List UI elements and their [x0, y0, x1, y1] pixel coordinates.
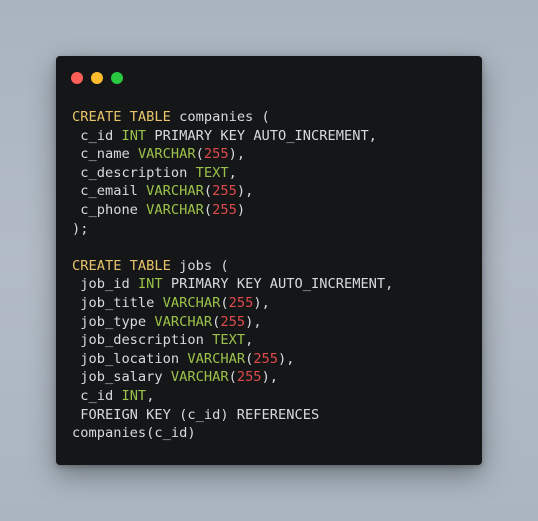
code-text: companies(c_id): [72, 425, 196, 442]
code-text: ,: [245, 332, 254, 349]
code-line: c_email VARCHAR(255),: [72, 182, 393, 201]
code-window: CREATE TABLE companies ( c_id INT PRIMAR…: [56, 56, 482, 465]
code-line: CREATE TABLE companies (: [72, 108, 393, 127]
code-text: (: [203, 201, 213, 218]
code-text: ),: [236, 183, 254, 200]
code-line: job_type VARCHAR(255),: [72, 313, 393, 332]
code-type: VARCHAR: [162, 294, 221, 311]
code-type: INT: [137, 276, 163, 293]
code-text: FOREIGN KEY (c_id) REFERENCES: [72, 406, 320, 423]
code-text: (: [220, 294, 229, 311]
code-text: ),: [253, 294, 270, 311]
code-line: job_salary VARCHAR(255),: [72, 368, 393, 387]
code-line: job_location VARCHAR(255),: [72, 350, 393, 369]
code-number: 255: [212, 183, 237, 200]
code-text: c_description: [72, 164, 196, 181]
code-number: 255: [203, 146, 229, 163]
code-type: TEXT: [212, 332, 246, 349]
code-number: 255: [220, 313, 246, 330]
code-text: ),: [278, 350, 295, 367]
code-line: job_id INT PRIMARY KEY AUTO_INCREMENT,: [72, 275, 393, 294]
code-line: c_name VARCHAR(255),: [72, 145, 393, 164]
code-line: FOREIGN KEY (c_id) REFERENCES: [72, 406, 393, 425]
code-type: TEXT: [195, 164, 229, 181]
close-dot-icon[interactable]: [71, 72, 83, 84]
code-text: );: [72, 220, 89, 237]
code-keyword: CREATE TABLE: [72, 257, 171, 274]
code-type: VARCHAR: [137, 146, 196, 163]
code-type: VARCHAR: [187, 350, 246, 367]
code-number: 255: [253, 350, 279, 367]
code-line: c_phone VARCHAR(255): [72, 201, 393, 220]
code-line: c_id INT PRIMARY KEY AUTO_INCREMENT,: [72, 127, 393, 146]
code-text: jobs (: [170, 257, 229, 274]
code-line: companies(c_id): [72, 424, 393, 443]
code-block: CREATE TABLE companies ( c_id INT PRIMAR…: [72, 108, 393, 443]
code-type: INT: [121, 387, 147, 404]
code-text: (: [195, 146, 204, 163]
window-controls: [71, 72, 123, 84]
code-text: ,: [228, 164, 237, 181]
code-number: 255: [236, 369, 262, 386]
maximize-dot-icon[interactable]: [111, 72, 123, 84]
code-line: CREATE TABLE jobs (: [72, 257, 393, 276]
code-text: c_id: [72, 127, 122, 144]
code-text: c_id: [72, 387, 122, 404]
code-text: job_salary: [72, 369, 171, 386]
code-text: job_description: [72, 332, 213, 349]
code-text: c_phone: [72, 201, 147, 218]
code-type: VARCHAR: [154, 313, 213, 330]
code-text: c_email: [72, 183, 147, 200]
code-text: c_name: [72, 146, 138, 163]
code-line: job_title VARCHAR(255),: [72, 294, 393, 313]
code-text: ),: [245, 313, 262, 330]
code-line: c_id INT,: [72, 387, 393, 406]
code-text: job_type: [72, 313, 155, 330]
code-text: ): [236, 201, 246, 218]
minimize-dot-icon[interactable]: [91, 72, 103, 84]
code-text: job_title: [72, 294, 163, 311]
code-text: ,: [146, 387, 155, 404]
code-line: job_description TEXT,: [72, 331, 393, 350]
code-type: VARCHAR: [170, 369, 229, 386]
code-number: 255: [212, 201, 237, 218]
code-text: PRIMARY KEY AUTO_INCREMENT,: [162, 276, 394, 293]
code-line: c_description TEXT,: [72, 164, 393, 183]
code-keyword: CREATE TABLE: [72, 109, 171, 125]
code-text: PRIMARY KEY AUTO_INCREMENT,: [146, 127, 377, 144]
code-text: job_id: [72, 276, 138, 293]
code-text: companies (: [170, 109, 270, 125]
code-number: 255: [228, 294, 254, 311]
code-text: (: [203, 183, 213, 200]
code-text: ),: [261, 369, 279, 386]
code-type: VARCHAR: [146, 201, 204, 218]
code-type: VARCHAR: [146, 183, 204, 200]
code-text: job_location: [72, 350, 188, 367]
code-type: INT: [121, 127, 147, 144]
code-line: );: [72, 220, 393, 239]
code-text: ),: [228, 146, 246, 163]
code-text: (: [228, 369, 237, 386]
